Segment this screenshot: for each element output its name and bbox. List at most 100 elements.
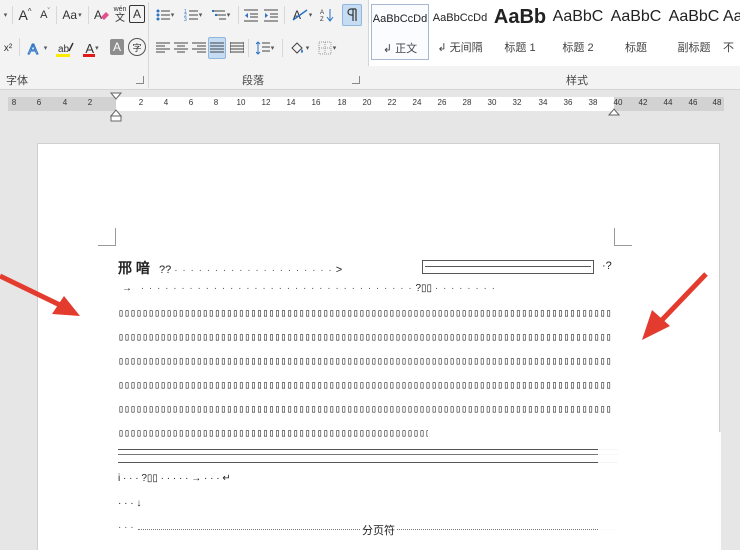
heading-qq: ?? <box>158 264 172 276</box>
ruler-tick: 6 <box>188 98 194 107</box>
style-preview: AaBbC <box>610 8 662 25</box>
multilevel-list-button[interactable]: ▾ <box>208 4 234 26</box>
enclose-char-button[interactable]: 字 <box>128 38 146 56</box>
ruler-tick: 2 <box>87 98 93 107</box>
align-right-button[interactable] <box>190 37 208 59</box>
align-center-button[interactable] <box>172 37 190 59</box>
ruler-tick: 24 <box>412 98 422 107</box>
numbering-button[interactable]: 1 2 3 ▾ <box>180 4 206 26</box>
body-line[interactable]: ▯▯▯▯▯▯▯▯▯▯▯▯▯▯▯▯▯▯▯▯▯▯▯▯▯▯▯▯▯▯▯▯▯▯▯▯▯▯▯▯… <box>118 404 614 420</box>
bullets-button[interactable]: ▾ <box>152 4 178 26</box>
style-normal[interactable]: AaBbCcDd ↲ 正文 <box>371 4 429 60</box>
justify-button[interactable] <box>208 37 226 59</box>
decrease-indent-button[interactable] <box>242 4 260 26</box>
ruler-tick: 48 <box>712 98 722 107</box>
style-name: 标题 <box>625 42 647 54</box>
style-name: ↲ 无间隔 <box>437 42 483 54</box>
borders-icon <box>318 41 332 55</box>
decrease-indent-icon <box>244 9 258 22</box>
font-color-swatch <box>83 54 95 57</box>
line-spacing-button[interactable]: ▾ <box>252 37 278 59</box>
char-border-button[interactable]: A <box>129 5 145 23</box>
style-no-spacing[interactable]: AaBbCcDd ↲ 无间隔 <box>431 4 489 60</box>
font-group-label: 字体 <box>6 75 28 87</box>
distributed-button[interactable] <box>228 37 246 59</box>
red-arrow-left <box>0 273 80 316</box>
char-border-label: A <box>132 7 141 21</box>
watermark-overlay <box>598 432 721 550</box>
margin-corner-top-left <box>98 228 116 246</box>
font-size-dropdown-edge[interactable]: ▾ <box>0 4 10 26</box>
ruler-tick: 44 <box>663 98 673 107</box>
ruler-tick: 2 <box>138 98 144 107</box>
page-break-line[interactable]: · · · 分页符 <box>118 522 618 538</box>
style-name: 副标题 <box>677 42 711 54</box>
ruler-tick: 30 <box>487 98 497 107</box>
heading-end-mark: > <box>335 264 343 276</box>
dots-line[interactable]: · · · ↓ <box>118 498 218 509</box>
ruler-tick: 8 <box>213 98 219 107</box>
style-heading-1[interactable]: AaBb 标题 1 <box>491 4 549 60</box>
right-indent-marker[interactable] <box>608 105 620 117</box>
change-case-button[interactable]: Aa ▾ <box>59 4 85 26</box>
ruler-tick: 22 <box>387 98 397 107</box>
change-case-label: Aa <box>62 8 78 22</box>
tab-leader-line[interactable]: → · · · · · · · · · · · · · · · · · · · … <box>122 283 522 297</box>
double-border <box>118 449 618 463</box>
styles-gallery: AaBbCcDd ↲ 正文 AaBbCcDd ↲ 无间隔 AaBb 标题 1 A… <box>368 0 740 66</box>
borders-button[interactable]: ▾ <box>314 37 340 59</box>
ruler-tick: 16 <box>311 98 321 107</box>
horizontal-ruler[interactable]: 8 6 4 2 2 4 6 8 10 12 14 16 18 20 22 24 … <box>0 90 740 122</box>
paragraph-dialog-launcher[interactable] <box>352 76 360 84</box>
body-line[interactable]: ▯▯▯▯▯▯▯▯▯▯▯▯▯▯▯▯▯▯▯▯▯▯▯▯▯▯▯▯▯▯▯▯▯▯▯▯▯▯▯▯… <box>118 356 614 372</box>
font-dialog-launcher[interactable] <box>136 76 144 84</box>
char-shading-button[interactable]: A <box>110 39 124 55</box>
sort-icon: AZ <box>320 9 334 23</box>
svg-text:A: A <box>320 10 324 16</box>
highlighter-icon: ab <box>58 42 74 55</box>
justify-icon <box>210 42 224 53</box>
align-left-button[interactable] <box>154 37 172 59</box>
sort-button[interactable]: AZ <box>318 4 336 26</box>
align-left-icon <box>156 42 170 53</box>
highlight-color-swatch <box>56 54 70 57</box>
shading-button[interactable]: ▾ <box>286 37 312 59</box>
style-name: ↲ 正文 <box>382 43 418 55</box>
document-page[interactable]: 邢 喑 ?? · · · · · · · · · · · · · · · · ·… <box>37 143 721 550</box>
text-effects-icon: A <box>27 41 38 57</box>
body-line-last[interactable]: ▯▯▯▯▯▯▯▯▯▯▯▯▯▯▯▯▯▯▯▯▯▯▯▯▯▯▯▯▯▯▯▯▯▯▯▯▯▯▯▯… <box>118 428 428 444</box>
superscript-button[interactable]: x² <box>0 37 16 59</box>
tab-marker: ?▯▯ <box>415 283 433 294</box>
svg-text:A: A <box>94 8 102 22</box>
style-subtitle[interactable]: AaBbC 副标题 <box>665 4 723 60</box>
increase-indent-button[interactable] <box>262 4 280 26</box>
style-preview: AaBb <box>493 6 547 28</box>
heading-text: 邢 喑 <box>118 260 150 276</box>
style-title[interactable]: AaBbC 标题 <box>607 4 665 60</box>
style-name: 标题 2 <box>562 42 594 54</box>
grow-font-button[interactable]: A ^ <box>16 4 34 26</box>
ruler-tick: 36 <box>563 98 573 107</box>
clear-format-button[interactable]: A <box>91 4 111 26</box>
distributed-icon <box>230 42 244 53</box>
pinyin-guide-button[interactable]: wén 文 <box>112 4 128 26</box>
style-preview: AaBbCcDd <box>372 13 428 25</box>
increase-indent-icon <box>264 9 278 22</box>
ruler-tick: 28 <box>462 98 472 107</box>
show-marks-button[interactable] <box>342 4 362 26</box>
text-effects-button[interactable]: A ▾ <box>24 37 50 59</box>
chinese-layout-button[interactable]: A ▾ <box>288 4 316 26</box>
body-line[interactable]: ▯▯▯▯▯▯▯▯▯▯▯▯▯▯▯▯▯▯▯▯▯▯▯▯▯▯▯▯▯▯▯▯▯▯▯▯▯▯▯▯… <box>118 308 614 324</box>
marker-line[interactable]: i · · · ?▯▯ · · · · · → · · · ↵ <box>118 473 418 484</box>
body-line[interactable]: ▯▯▯▯▯▯▯▯▯▯▯▯▯▯▯▯▯▯▯▯▯▯▯▯▯▯▯▯▯▯▯▯▯▯▯▯▯▯▯▯… <box>118 380 614 396</box>
style-more[interactable]: Aa 不 <box>723 4 740 60</box>
shrink-font-button[interactable]: Aˇ <box>36 4 54 26</box>
bullets-icon <box>156 9 170 21</box>
ruler-tick: 4 <box>163 98 169 107</box>
ruler-tick: 14 <box>286 98 296 107</box>
align-right-icon <box>192 42 206 53</box>
paint-bucket-icon <box>291 42 303 54</box>
body-line[interactable]: ▯▯▯▯▯▯▯▯▯▯▯▯▯▯▯▯▯▯▯▯▯▯▯▯▯▯▯▯▯▯▯▯▯▯▯▯▯▯▯▯… <box>118 332 614 348</box>
left-indent-marker[interactable] <box>110 92 122 122</box>
style-heading-2[interactable]: AaBbC 标题 2 <box>549 4 607 60</box>
